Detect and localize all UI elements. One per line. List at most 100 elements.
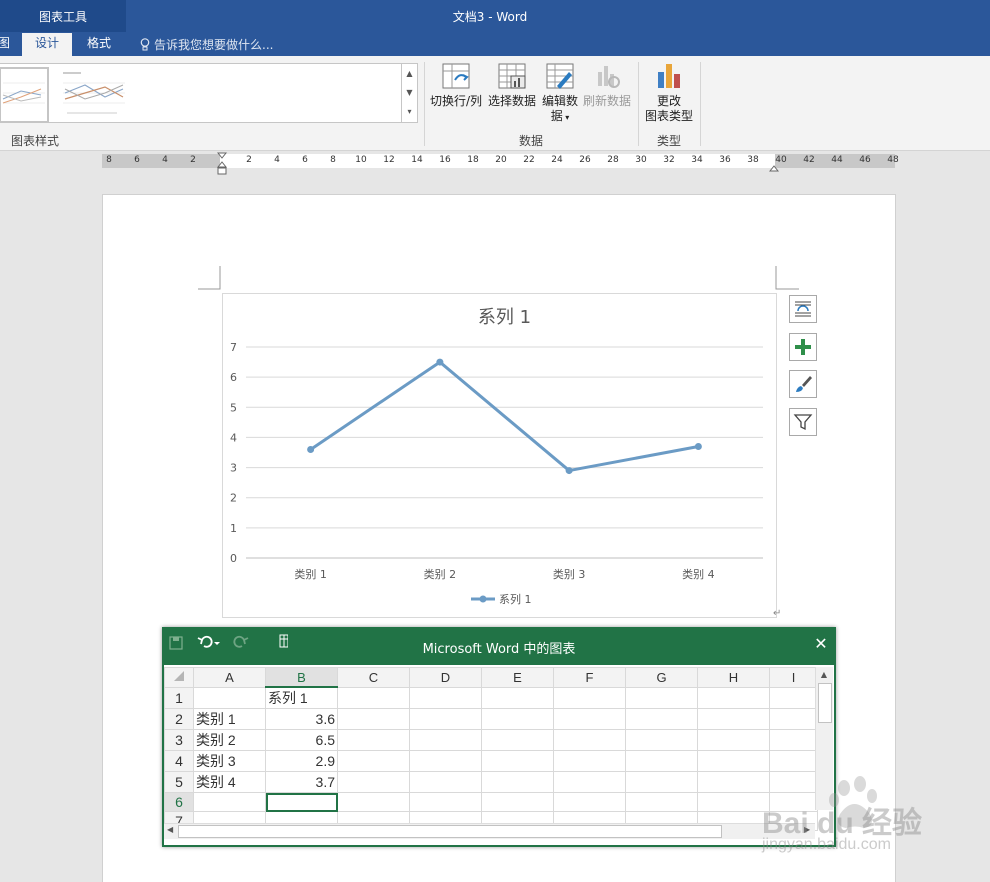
chart-elements-button[interactable] — [789, 333, 817, 361]
cell[interactable] — [193, 792, 266, 812]
switch-row-column-button[interactable]: 切换行/列 — [428, 62, 484, 109]
indent-marker-icon[interactable] — [216, 152, 228, 176]
chart-filters-button[interactable] — [789, 408, 817, 436]
horizontal-scroll-thumb[interactable] — [178, 825, 722, 838]
x-tick-label: 类别 2 — [424, 567, 457, 581]
cell[interactable] — [769, 729, 818, 751]
gallery-down-icon[interactable]: ▼ — [402, 83, 417, 102]
cell[interactable]: 系列 1 — [265, 686, 338, 709]
cell[interactable] — [769, 750, 818, 772]
row-header[interactable]: 3 — [164, 729, 194, 751]
cell[interactable] — [625, 771, 698, 793]
cell[interactable] — [697, 729, 770, 751]
layout-options-button[interactable] — [789, 295, 817, 323]
column-header-g[interactable]: G — [625, 667, 698, 688]
close-icon[interactable]: ✕ — [810, 633, 832, 655]
select-data-button[interactable]: 选择数据 — [486, 62, 538, 109]
chart-data-dialog[interactable]: Microsoft Word 中的图表 ✕ A B C D E F G H I — [162, 627, 836, 847]
cell[interactable]: 类别 3 — [193, 750, 266, 772]
column-header-h[interactable]: H — [697, 667, 770, 688]
column-header-d[interactable]: D — [409, 667, 482, 688]
cell[interactable] — [553, 729, 626, 751]
cell[interactable] — [697, 750, 770, 772]
cell[interactable] — [481, 708, 554, 730]
chart-area[interactable]: 系列 1 0 1 2 3 4 5 6 7 类别 1 类别 2 类别 3 类别 4 系列 1 — [222, 293, 777, 618]
cell[interactable] — [625, 750, 698, 772]
cell[interactable] — [553, 771, 626, 793]
y-tick-label: 7 — [230, 341, 237, 354]
cell[interactable] — [697, 771, 770, 793]
active-cell[interactable] — [265, 792, 338, 812]
column-header-i[interactable]: I — [769, 667, 818, 688]
scroll-up-icon[interactable]: ▲ — [818, 670, 830, 680]
cell[interactable] — [481, 792, 554, 812]
gallery-up-icon[interactable]: ▲ — [402, 64, 417, 83]
cell[interactable] — [553, 792, 626, 812]
spreadsheet-table[interactable]: A B C D E F G H I 1 系列 1 2 类别 1 3.6 3 类别… — [164, 667, 818, 831]
cell[interactable] — [337, 771, 410, 793]
cell[interactable] — [625, 729, 698, 751]
chart-styles-button[interactable] — [789, 370, 817, 398]
cell[interactable] — [769, 708, 818, 730]
cell[interactable] — [337, 729, 410, 751]
cell[interactable] — [337, 792, 410, 812]
cell[interactable] — [481, 729, 554, 751]
cell[interactable] — [553, 686, 626, 709]
cell[interactable] — [409, 792, 482, 812]
cell[interactable] — [409, 729, 482, 751]
cell[interactable] — [409, 686, 482, 709]
spreadsheet-grid[interactable]: A B C D E F G H I 1 系列 1 2 类别 1 3.6 3 类别… — [164, 665, 834, 845]
column-header-f[interactable]: F — [553, 667, 626, 688]
right-indent-marker-icon[interactable] — [768, 161, 780, 172]
cell[interactable]: 6.5 — [265, 729, 338, 751]
cell[interactable] — [769, 686, 818, 709]
cell[interactable] — [337, 708, 410, 730]
cell[interactable]: 2.9 — [265, 750, 338, 772]
column-header-c[interactable]: C — [337, 667, 410, 688]
cell[interactable] — [337, 750, 410, 772]
column-header-b[interactable]: B — [265, 667, 338, 688]
column-header-e[interactable]: E — [481, 667, 554, 688]
cell[interactable] — [481, 686, 554, 709]
cell[interactable] — [697, 686, 770, 709]
cell[interactable] — [409, 708, 482, 730]
tell-me-box[interactable]: 告诉我您想要做什么... — [140, 36, 273, 53]
cell[interactable] — [625, 708, 698, 730]
cell[interactable]: 类别 4 — [193, 771, 266, 793]
cell[interactable]: 类别 2 — [193, 729, 266, 751]
row-header[interactable]: 1 — [164, 686, 194, 709]
cell[interactable] — [337, 686, 410, 709]
cell[interactable] — [409, 750, 482, 772]
select-all-corner[interactable] — [164, 667, 194, 688]
chart-style-thumbnail-2[interactable] — [55, 67, 129, 119]
scroll-left-icon[interactable]: ◀ — [167, 825, 177, 837]
cell[interactable] — [625, 686, 698, 709]
edit-data-button[interactable]: 编辑数 据 ▾ — [540, 62, 580, 125]
cell[interactable] — [697, 708, 770, 730]
cell[interactable]: 3.6 — [265, 708, 338, 730]
cell[interactable] — [553, 750, 626, 772]
tab-view-partial[interactable]: 图 — [0, 33, 10, 56]
row-header[interactable]: 6 — [164, 792, 194, 812]
cell[interactable] — [481, 750, 554, 772]
chart-style-thumbnail-1[interactable] — [0, 67, 49, 123]
cell[interactable] — [409, 771, 482, 793]
tab-design[interactable]: 设计 — [22, 33, 72, 56]
scroll-thumb[interactable] — [818, 683, 832, 723]
cell[interactable]: 类别 1 — [193, 708, 266, 730]
row-header[interactable]: 2 — [164, 708, 194, 730]
cell[interactable] — [625, 792, 698, 812]
row-header[interactable]: 5 — [164, 771, 194, 793]
cell[interactable] — [481, 771, 554, 793]
chart-styles-gallery[interactable] — [0, 63, 403, 123]
gallery-more-icon[interactable]: ▾ — [402, 102, 417, 121]
row-header[interactable]: 4 — [164, 750, 194, 772]
tab-format[interactable]: 格式 — [75, 33, 123, 56]
change-chart-type-button[interactable]: 更改 图表类型 — [642, 62, 696, 124]
column-header-a[interactable]: A — [193, 667, 266, 688]
cell[interactable] — [193, 686, 266, 709]
cell[interactable] — [553, 708, 626, 730]
cell[interactable] — [697, 792, 770, 812]
cell[interactable]: 3.7 — [265, 771, 338, 793]
horizontal-scrollbar[interactable]: ◀ ▶ — [164, 823, 815, 839]
